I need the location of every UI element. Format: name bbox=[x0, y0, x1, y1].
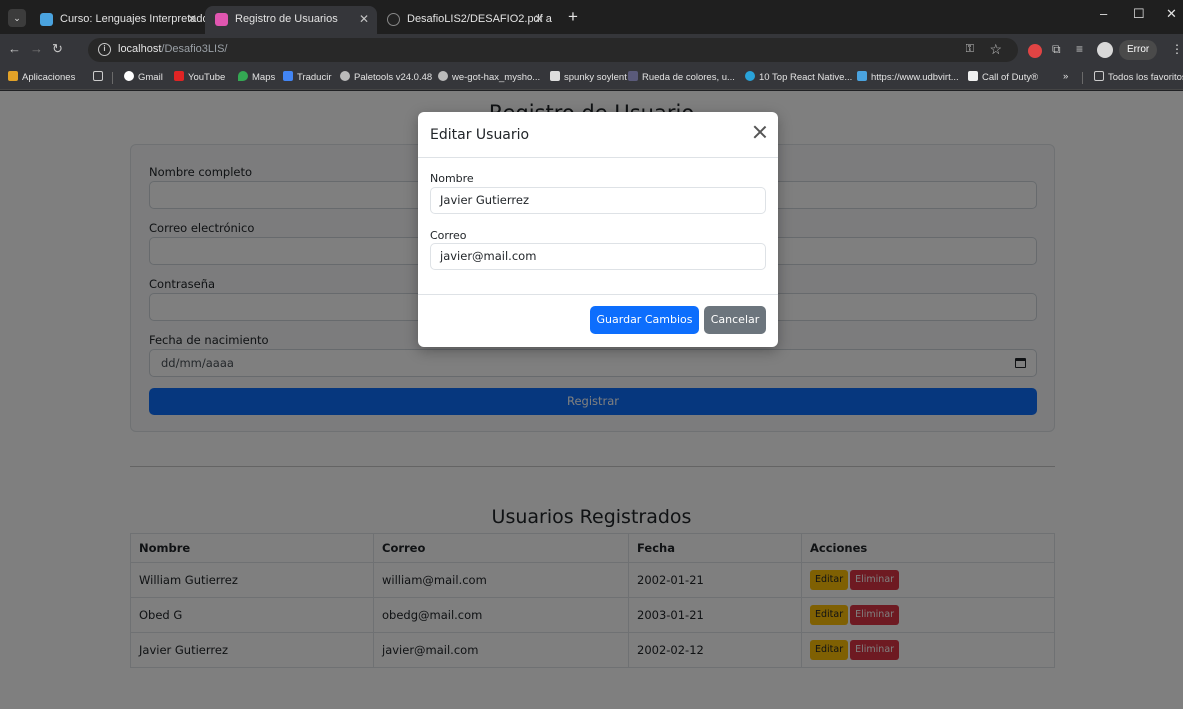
modal-name-label: Nombre bbox=[430, 172, 474, 185]
bookmark-label: Paletools v24.0.48 bbox=[354, 72, 433, 83]
modal-email-input[interactable]: javier@mail.com bbox=[430, 243, 766, 270]
bookmark-label: Maps bbox=[252, 72, 276, 83]
tab-title: Curso: Lenguajes Interpretados bbox=[60, 13, 205, 25]
youtube-icon bbox=[174, 71, 184, 81]
bookmark-label: https://www.udbvirt... bbox=[871, 72, 959, 83]
new-tab-button[interactable]: + bbox=[568, 7, 578, 27]
back-icon[interactable]: ← bbox=[8, 41, 21, 56]
bookmark-youtube[interactable]: YouTube bbox=[174, 71, 225, 83]
modal-header: Editar Usuario bbox=[418, 112, 778, 158]
bookmark-label: YouTube bbox=[188, 72, 226, 83]
url-path: /Desafio3LIS/ bbox=[161, 43, 228, 55]
site-favicon-icon bbox=[40, 13, 53, 26]
cancel-button[interactable]: Cancelar bbox=[704, 306, 766, 334]
url-field[interactable]: i localhost/Desafio3LIS/ ⚿ ☆ bbox=[88, 38, 1018, 62]
bookmark-maps[interactable]: Maps bbox=[238, 71, 275, 83]
bookmark-label: Aplicaciones bbox=[22, 72, 76, 83]
tab-curso[interactable]: Curso: Lenguajes Interpretados ✕ bbox=[30, 6, 205, 34]
page-viewport: Registro de Usuario Nombre completo Corr… bbox=[0, 91, 1183, 709]
error-button[interactable]: Error bbox=[1119, 40, 1158, 60]
more-bookmarks-button[interactable]: » bbox=[1063, 71, 1068, 82]
close-tab-icon[interactable]: ✕ bbox=[187, 6, 197, 32]
bookmark-label: Rueda de colores, u... bbox=[642, 72, 735, 83]
site-favicon-icon bbox=[215, 13, 228, 26]
color-wheel-icon bbox=[628, 71, 638, 81]
close-window-icon[interactable]: ✕ bbox=[1166, 6, 1177, 22]
globe-icon bbox=[438, 71, 448, 81]
apps-grid-icon bbox=[8, 71, 18, 81]
bookmark-separator bbox=[1082, 72, 1083, 84]
extension-icon[interactable] bbox=[1028, 44, 1042, 58]
modal-name-input[interactable]: Javier Gutierrez bbox=[430, 187, 766, 214]
bookmark-label: Todos los favoritos bbox=[1108, 72, 1183, 83]
bookmark-wegothax[interactable]: we-got-hax_mysho... bbox=[438, 71, 540, 83]
edit-user-modal: Editar Usuario Nombre Javier Gutierrez C… bbox=[418, 112, 778, 347]
bookmark-paletools[interactable]: Paletools v24.0.48 bbox=[340, 71, 432, 83]
bookmark-label: 10 Top React Native... bbox=[759, 72, 853, 83]
extensions-puzzle-icon[interactable]: ⧉ bbox=[1052, 42, 1061, 57]
bookmark-label: Call of Duty® bbox=[982, 72, 1039, 83]
reading-list-icon[interactable]: ≡ bbox=[1076, 42, 1083, 56]
modal-email-label: Correo bbox=[430, 229, 467, 242]
github-icon bbox=[387, 13, 400, 26]
maps-pin-icon bbox=[238, 71, 248, 81]
tab-registro[interactable]: Registro de Usuarios ✕ bbox=[205, 6, 377, 34]
bookmark-label: Gmail bbox=[138, 72, 163, 83]
modal-title: Editar Usuario bbox=[430, 127, 530, 143]
menu-kebab-icon[interactable]: ⋮ bbox=[1171, 42, 1183, 56]
maximize-icon[interactable]: ☐ bbox=[1133, 6, 1145, 22]
folder-icon bbox=[1094, 71, 1104, 81]
google-icon bbox=[124, 71, 134, 81]
password-key-icon[interactable]: ⚿ bbox=[966, 43, 974, 56]
grid-icon bbox=[93, 71, 103, 81]
save-changes-button[interactable]: Guardar Cambios bbox=[590, 306, 699, 334]
tab-title: DesafioLIS2/DESAFIO2.pdf at m bbox=[407, 13, 552, 25]
minimize-icon[interactable]: – bbox=[1100, 6, 1107, 21]
react-icon bbox=[745, 71, 755, 81]
tab-search-chevron-icon[interactable]: ⌄ bbox=[8, 9, 26, 27]
cod-favicon-icon bbox=[968, 71, 978, 81]
bookmark-grid[interactable] bbox=[93, 71, 107, 83]
bookmark-cod[interactable]: Call of Duty® bbox=[968, 71, 1038, 83]
bookmark-separator bbox=[112, 72, 113, 84]
bookmark-apps[interactable]: Aplicaciones bbox=[8, 71, 75, 83]
globe-icon bbox=[340, 71, 350, 81]
close-tab-icon[interactable]: ✕ bbox=[534, 6, 544, 32]
bookmark-gmail[interactable]: Gmail bbox=[124, 71, 163, 83]
udb-favicon-icon bbox=[857, 71, 867, 81]
translate-icon bbox=[283, 71, 293, 81]
bookmark-traducir[interactable]: Traducir bbox=[283, 71, 332, 83]
bookmark-spunky[interactable]: spunky soylent bbox=[550, 71, 627, 83]
bookmark-label: we-got-hax_mysho... bbox=[452, 72, 541, 83]
bookmark-label: spunky soylent bbox=[564, 72, 627, 83]
forward-icon[interactable]: → bbox=[30, 41, 43, 56]
all-bookmarks-folder[interactable]: Todos los favoritos bbox=[1094, 71, 1183, 83]
bookmark-star-icon[interactable]: ☆ bbox=[989, 41, 1002, 58]
tab-github[interactable]: DesafioLIS2/DESAFIO2.pdf at m ✕ bbox=[377, 6, 552, 34]
close-icon[interactable] bbox=[752, 124, 768, 140]
bookmark-react[interactable]: 10 Top React Native... bbox=[745, 71, 852, 83]
modal-footer: Guardar Cambios Cancelar bbox=[418, 294, 778, 347]
bookmark-label: Traducir bbox=[297, 72, 332, 83]
close-tab-icon[interactable]: ✕ bbox=[359, 6, 369, 32]
url-text: localhost/Desafio3LIS/ bbox=[118, 43, 227, 55]
bookmark-udb[interactable]: https://www.udbvirt... bbox=[857, 71, 959, 83]
address-bar: ← → ↻ i localhost/Desafio3LIS/ ⚿ ☆ ⧉ ≡ E… bbox=[0, 34, 1183, 66]
bookmark-rueda[interactable]: Rueda de colores, u... bbox=[628, 71, 735, 83]
bookmark-favicon-icon bbox=[550, 71, 560, 81]
bookmarks-bar: Aplicaciones Gmail YouTube Maps Traducir… bbox=[0, 66, 1183, 90]
tab-bar: ⌄ Curso: Lenguajes Interpretados ✕ Regis… bbox=[0, 0, 1183, 34]
profile-avatar-icon[interactable] bbox=[1097, 42, 1113, 58]
url-host: localhost bbox=[118, 43, 162, 55]
site-info-icon[interactable]: i bbox=[98, 43, 111, 56]
tab-title: Registro de Usuarios bbox=[235, 13, 338, 25]
reload-icon[interactable]: ↻ bbox=[52, 41, 63, 57]
